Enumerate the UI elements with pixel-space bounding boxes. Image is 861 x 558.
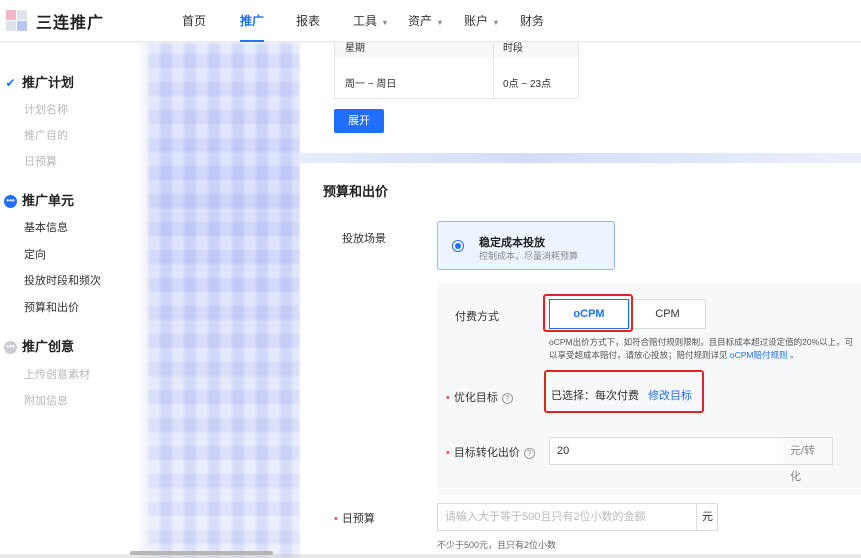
- sidebar-item-plan-purpose[interactable]: 推广目的: [24, 128, 68, 144]
- top-navigation: 三连推广 首页 推广 报表 工具 ▼ 资产 ▼ 账户 ▼ 财务: [0, 0, 861, 42]
- schedule-table-header: [335, 43, 578, 59]
- highlight-box: [544, 370, 704, 413]
- sidebar-section-unit[interactable]: ••• 推广单元: [4, 191, 74, 211]
- nav-account[interactable]: 账户 ▼: [464, 0, 500, 42]
- active-nav-indicator: [240, 40, 264, 42]
- help-icon[interactable]: ?: [523, 447, 535, 459]
- horizontal-scrollbar-track: [0, 554, 861, 558]
- payment-option-cpm[interactable]: CPM: [629, 299, 706, 329]
- scene-option-title: 稳定成本投放: [479, 237, 545, 249]
- scene-label: 投放场景: [342, 233, 386, 245]
- blurred-region: [148, 43, 300, 558]
- required-mark: •: [446, 392, 450, 404]
- ocpm-rules-link[interactable]: oCPM赔付规则: [730, 350, 788, 360]
- nav-promotion[interactable]: 推广: [240, 0, 264, 42]
- sidebar-item-extra-info[interactable]: 附加信息: [24, 393, 68, 409]
- bid-input[interactable]: 20: [549, 437, 784, 465]
- nav-tools[interactable]: 工具 ▼: [353, 0, 389, 42]
- caret-down-icon: ▼: [492, 18, 500, 27]
- sidebar-item-plan-budget[interactable]: 日预算: [24, 154, 57, 170]
- nav-finance[interactable]: 财务: [520, 0, 544, 42]
- sidebar-item-targeting[interactable]: 定向: [24, 247, 46, 263]
- horizontal-scrollbar[interactable]: [130, 551, 273, 555]
- schedule-header-weekday: 星期: [345, 43, 365, 54]
- required-mark: •: [334, 513, 338, 525]
- expand-button[interactable]: 展开: [334, 109, 384, 133]
- radio-selected-icon[interactable]: [452, 240, 464, 252]
- sidebar-section-plan[interactable]: ✔ 推广计划: [4, 73, 74, 93]
- bid-label: • 目标转化出价?: [446, 444, 535, 460]
- goal-label: • 优化目标?: [446, 389, 513, 405]
- ellipsis-icon: •••: [4, 194, 17, 208]
- sidebar-item-budget-bid[interactable]: 预算和出价: [24, 300, 79, 316]
- sidebar-item-upload-creative[interactable]: 上传创意素材: [24, 367, 90, 383]
- sidebar-item-plan-name[interactable]: 计划名称: [24, 102, 68, 118]
- schedule-cell-weekday: 周一 ~ 周日: [345, 79, 397, 90]
- table-divider: [493, 43, 494, 99]
- daily-budget-input[interactable]: 请输入大于等于500且只有2位小数的金额: [437, 503, 696, 531]
- nav-reports[interactable]: 报表: [296, 0, 320, 42]
- schedule-cell-time: 0点 ~ 23点: [503, 79, 552, 90]
- ocpm-note: oCPM出价方式下，如符合赔付规则限制，且目标成本超过设定值的20%以上，可以享…: [549, 337, 854, 360]
- check-icon: ✔: [5, 76, 16, 90]
- sidebar-item-basic-info[interactable]: 基本信息: [24, 220, 68, 236]
- schedule-header-time: 时段: [503, 43, 523, 54]
- bid-unit-addon: 元/转化: [783, 437, 833, 483]
- brand-logo[interactable]: 三连推广: [6, 8, 104, 34]
- caret-down-icon: ▼: [381, 18, 389, 27]
- sidebar-section-creative[interactable]: ••• 推广创意: [4, 337, 74, 357]
- caret-down-icon: ▼: [436, 18, 444, 27]
- schedule-table: 星期 时段 周一 ~ 周日 0点 ~ 23点: [334, 43, 579, 99]
- section-title: 预算和出价: [323, 184, 389, 199]
- ellipsis-icon: •••: [4, 340, 17, 354]
- nav-home[interactable]: 首页: [182, 0, 206, 42]
- required-mark: •: [446, 447, 450, 459]
- scene-option-stable-cost[interactable]: 稳定成本投放 控制成本，尽量消耗预算: [437, 221, 615, 270]
- brand-name: 三连推广: [36, 15, 105, 32]
- payment-label: 付费方式: [455, 311, 499, 323]
- sidebar-item-schedule[interactable]: 投放时段和频次: [24, 273, 101, 289]
- highlight-box: [543, 294, 633, 332]
- nav-assets[interactable]: 资产 ▼: [408, 0, 444, 42]
- scene-option-desc: 控制成本，尽量消耗预算: [479, 251, 579, 261]
- daily-budget-hint: 不少于500元，且只有2位小数: [437, 540, 557, 550]
- daily-budget-unit: 元: [696, 503, 718, 531]
- blurred-strip: [300, 153, 861, 163]
- daily-budget-label: • 日预算: [334, 513, 375, 525]
- logo-mark-icon: [6, 10, 28, 32]
- help-icon[interactable]: ?: [501, 392, 513, 404]
